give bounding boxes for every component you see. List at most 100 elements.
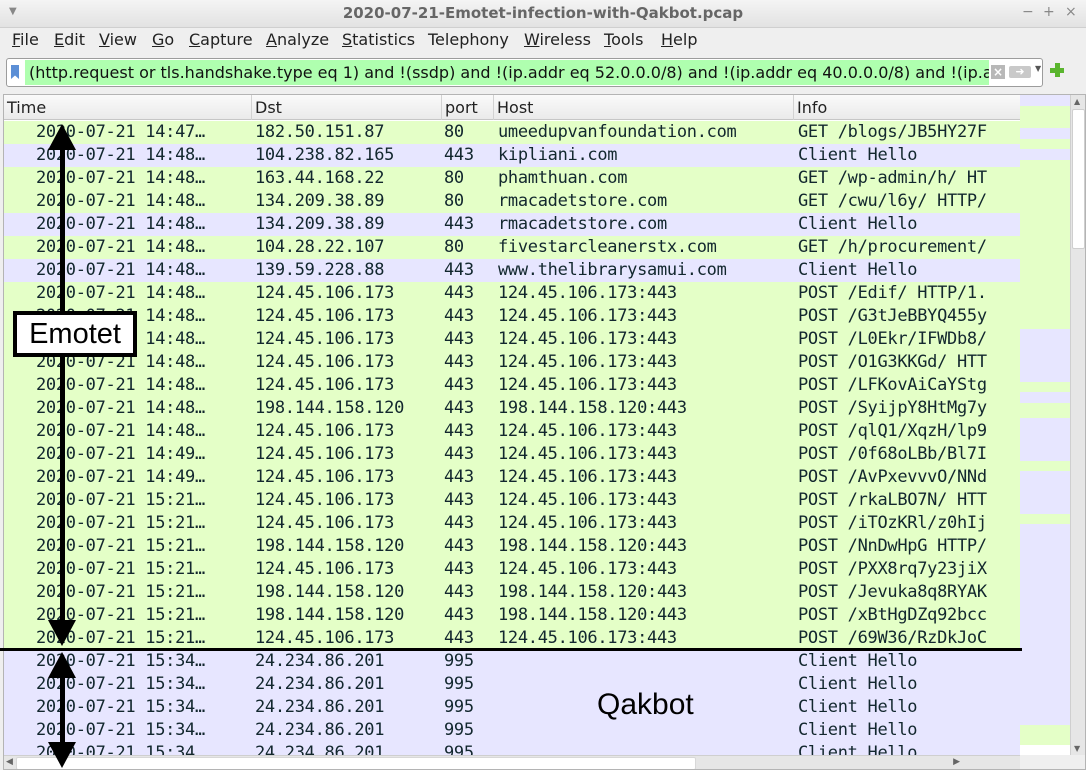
packet-row[interactable]: 2020-07-21 14:48… 124.45.106.173 443 124.45… <box>4 374 1020 397</box>
cell-info: Client Hello <box>798 651 918 671</box>
scroll-right-icon[interactable]: ▶ <box>953 757 960 767</box>
display-filter-toolbar: (http.request or tls.handshake.type eq 1… <box>0 53 1086 91</box>
cell-port: 80 <box>444 168 464 188</box>
cell-dst: 124.45.106.173 <box>255 283 395 303</box>
packet-row[interactable]: 2020-07-21 15:21… 124.45.106.173 443 124.45… <box>4 558 1020 581</box>
menu-capture[interactable]: Capture <box>189 30 253 49</box>
menu-statistics[interactable]: Statistics <box>342 30 415 49</box>
packet-row[interactable]: 2020-07-21 14:47… 182.50.151.87 80 umeedupv… <box>4 121 1020 144</box>
cell-port: 443 <box>444 421 474 441</box>
scrollbar-corner <box>1020 755 1085 769</box>
horizontal-scrollbar[interactable]: ◀ ▶ <box>4 755 1020 769</box>
cell-info: POST /SyijpY8HtMg7y <box>798 398 987 418</box>
packet-row[interactable]: 2020-07-21 15:21… 198.144.158.120 443 198.1… <box>4 581 1020 604</box>
cell-dst: 139.59.228.88 <box>255 260 385 280</box>
column-header-info[interactable]: Info <box>794 95 1020 120</box>
display-filter-input[interactable]: (http.request or tls.handshake.type eq 1… <box>6 58 1043 87</box>
cell-time: 2020-07-21 14:48… <box>36 260 205 280</box>
horizontal-scroll-thumb[interactable] <box>16 757 696 769</box>
close-icon[interactable]: × <box>1065 4 1077 20</box>
packet-row[interactable]: 2020-07-21 14:48… 124.45.106.173 443 124.45… <box>4 351 1020 374</box>
packet-row[interactable]: 2020-07-21 14:48… 163.44.168.22 80 phamthua… <box>4 167 1020 190</box>
menu-mnemonic: F <box>12 30 21 49</box>
cell-time: 2020-07-21 15:21… <box>36 605 205 625</box>
menu-mnemonic: G <box>152 30 165 49</box>
packet-row[interactable]: 2020-07-21 15:34… 24.234.86.201 995 Client … <box>4 650 1020 673</box>
cell-port: 443 <box>444 490 474 510</box>
cell-time: 2020-07-21 15:21… <box>36 628 205 648</box>
cell-info: Client Hello <box>798 145 918 165</box>
cell-host: umeedupvanfoundation.com <box>498 122 737 142</box>
packet-row[interactable]: 2020-07-21 15:21… 198.144.158.120 443 198.1… <box>4 604 1020 627</box>
menu-file[interactable]: File <box>12 30 39 49</box>
cell-info: POST /rkaLBO7N/ HTT <box>798 490 987 510</box>
menu-wireless[interactable]: Wireless <box>524 30 591 49</box>
cell-time: 2020-07-21 15:21… <box>36 582 205 602</box>
cell-info: POST /LFKovAiCaYStg <box>798 375 987 395</box>
packet-row[interactable]: 2020-07-21 15:21… 124.45.106.173 443 124.45… <box>4 627 1020 650</box>
cell-info: POST /0f68oLBb/Bl7I <box>798 444 987 464</box>
clear-filter-icon[interactable]: × <box>991 65 1005 79</box>
menu-go[interactable]: Go <box>152 30 174 49</box>
minimap-segment <box>1020 128 1070 139</box>
cell-port: 443 <box>444 214 474 234</box>
menu-view[interactable]: View <box>99 30 137 49</box>
cell-port: 443 <box>444 559 474 579</box>
packet-row[interactable]: 2020-07-21 14:49… 124.45.106.173 443 124.45… <box>4 443 1020 466</box>
apply-filter-arrow-icon[interactable]: ➜ <box>1009 66 1031 78</box>
packet-row[interactable]: 2020-07-21 14:48… 134.209.38.89 80 rmacadet… <box>4 190 1020 213</box>
column-header-host[interactable]: Host <box>494 95 794 120</box>
menu-mnemonic: T <box>604 30 612 49</box>
packet-row[interactable]: 2020-07-21 15:21… 124.45.106.173 443 124.45… <box>4 489 1020 512</box>
add-filter-button-icon[interactable] <box>1050 63 1064 77</box>
packet-row[interactable]: 2020-07-21 14:48… 124.45.106.173 443 124.45… <box>4 420 1020 443</box>
packet-row[interactable]: 2020-07-21 15:34… 24.234.86.201 995 Client … <box>4 696 1020 719</box>
packet-row[interactable]: 2020-07-21 14:48… 104.28.22.107 80 fivestar… <box>4 236 1020 259</box>
column-header-dst[interactable]: Dst <box>252 95 442 120</box>
packet-row[interactable]: 2020-07-21 15:34… 24.234.86.201 995 Client … <box>4 673 1020 696</box>
cell-port: 443 <box>444 260 474 280</box>
packet-row[interactable]: 2020-07-21 14:48… 124.45.106.173 443 124.45… <box>4 328 1020 351</box>
packet-row[interactable]: 2020-07-21 14:48… 139.59.228.88 443 www.the… <box>4 259 1020 282</box>
packet-row[interactable]: 2020-07-21 14:48… 124.45.106.173 443 124.45… <box>4 282 1020 305</box>
minimize-icon[interactable]: − <box>1022 4 1034 20</box>
menu-help[interactable]: Help <box>661 30 697 49</box>
cell-port: 995 <box>444 697 474 717</box>
packet-row[interactable]: 2020-07-21 14:48… 124.45.106.173 443 124.45… <box>4 305 1020 328</box>
cell-time: 2020-07-21 14:48… <box>36 145 205 165</box>
display-filter-text[interactable]: (http.request or tls.handshake.type eq 1… <box>29 63 989 82</box>
scroll-up-icon[interactable]: ▲ <box>1074 97 1080 106</box>
packet-minimap[interactable] <box>1020 95 1070 755</box>
packet-row[interactable]: 2020-07-21 14:49… 124.45.106.173 443 124.45… <box>4 466 1020 489</box>
cell-time: 2020-07-21 14:48… <box>36 214 205 234</box>
cell-dst: 134.209.38.89 <box>255 214 385 234</box>
minimap-segment <box>1020 471 1070 515</box>
menu-mnemonic: A <box>266 30 277 49</box>
bookmark-icon[interactable] <box>11 65 19 79</box>
cell-info: POST /xBtHgDZq92bcc <box>798 605 987 625</box>
packet-row[interactable]: 2020-07-21 15:21… 124.45.106.173 443 124.45… <box>4 512 1020 535</box>
column-header-port[interactable]: port <box>442 95 494 120</box>
packet-row[interactable]: 2020-07-21 15:34… 24.234.86.201 995 Client … <box>4 719 1020 742</box>
scroll-down-icon[interactable]: ▼ <box>1074 744 1080 753</box>
cell-port: 443 <box>444 444 474 464</box>
packet-row[interactable]: 2020-07-21 14:48… 198.144.158.120 443 198.1… <box>4 397 1020 420</box>
menu-telephony[interactable]: Telephony <box>428 30 509 49</box>
packet-row[interactable]: 2020-07-21 15:21… 198.144.158.120 443 198.1… <box>4 535 1020 558</box>
vertical-scrollbar[interactable]: ▲ ▼ <box>1070 95 1085 755</box>
menu-tools[interactable]: Tools <box>604 30 643 49</box>
menu-edit[interactable]: Edit <box>54 30 85 49</box>
scroll-left-icon[interactable]: ◀ <box>6 757 13 767</box>
cell-host: fivestarcleanerstx.com <box>498 237 717 257</box>
maximize-icon[interactable]: + <box>1043 4 1055 20</box>
packet-row[interactable]: 2020-07-21 14:48… 104.238.82.165 443 kiplia… <box>4 144 1020 167</box>
cell-dst: 124.45.106.173 <box>255 352 395 372</box>
packet-row[interactable]: 2020-07-21 14:48… 134.209.38.89 443 rmacade… <box>4 213 1020 236</box>
column-header-time[interactable]: Time <box>4 95 252 120</box>
cell-port: 80 <box>444 191 464 211</box>
cell-time: 2020-07-21 14:48… <box>36 191 205 211</box>
menu-analyze[interactable]: Analyze <box>266 30 329 49</box>
minimap-segment <box>1020 329 1070 383</box>
vertical-scroll-thumb[interactable] <box>1072 109 1085 249</box>
filter-history-dropdown-icon[interactable]: ▼ <box>1035 64 1041 73</box>
